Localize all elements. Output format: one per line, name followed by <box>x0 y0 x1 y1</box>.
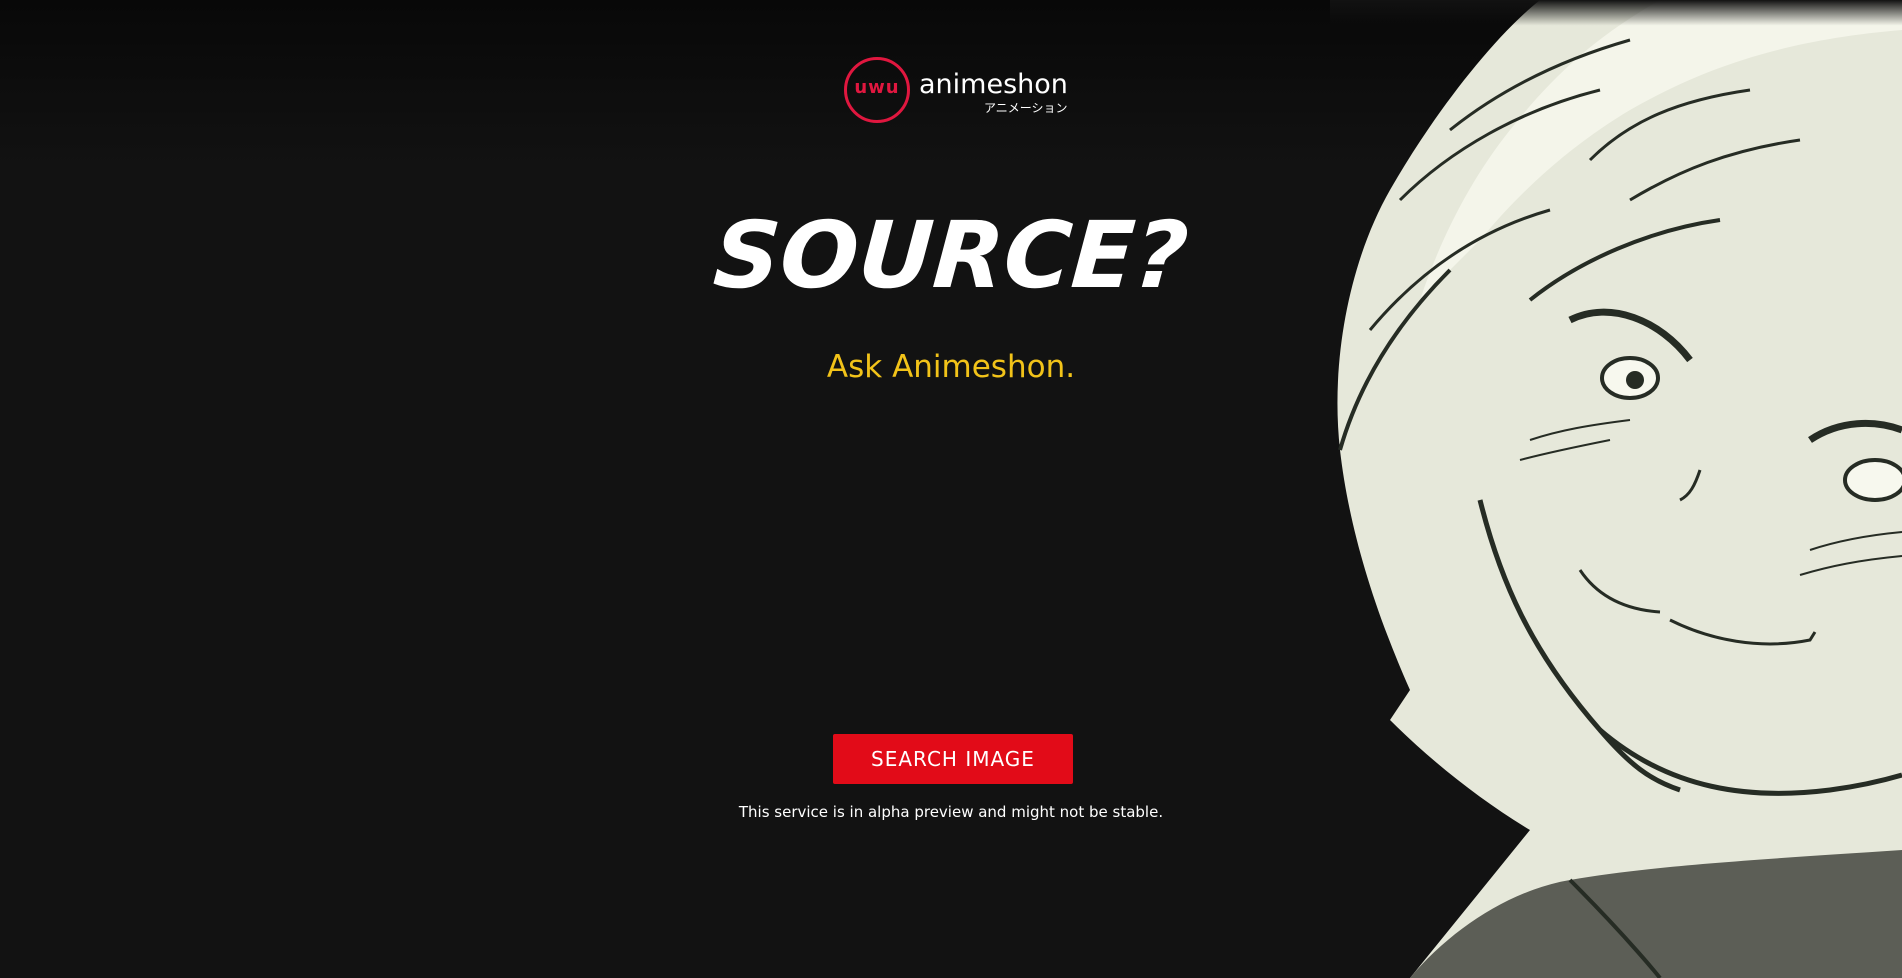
logo-wordmark: animeshon <box>919 69 1068 100</box>
logo-face-text: uwu <box>854 77 900 98</box>
animeshon-logo[interactable]: uwu animeshon アニメーション <box>844 57 1068 125</box>
page-tagline: Ask Animeshon. <box>826 349 1076 385</box>
anime-character-illustration <box>1330 0 1902 978</box>
search-image-button[interactable]: SEARCH IMAGE <box>833 734 1073 784</box>
alpha-notice: This service is in alpha preview and mig… <box>738 803 1164 821</box>
page-headline: SOURCE? <box>710 202 1192 309</box>
logo-japanese-subtitle: アニメーション <box>984 101 1068 115</box>
landing-page: uwu animeshon アニメーション SOURCE? Ask Animes… <box>0 0 1902 978</box>
